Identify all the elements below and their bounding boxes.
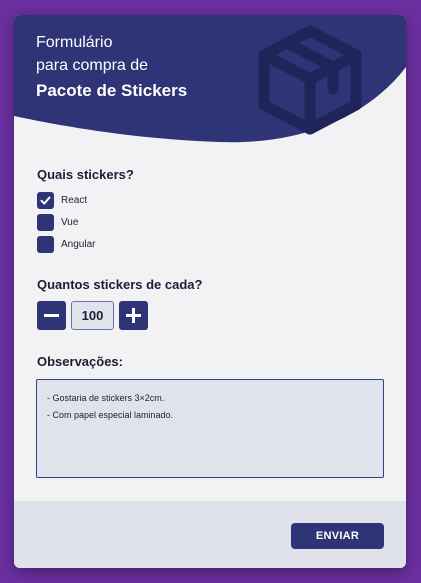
checkbox-row-react[interactable]: React xyxy=(37,191,88,209)
title-line-3: Pacote de Stickers xyxy=(36,81,188,100)
notes-line-1: - Gostaria de stickers 3×2cm. xyxy=(47,393,165,403)
checkbox-label-react: React xyxy=(61,194,88,206)
notes-section-title: Observações: xyxy=(37,354,123,369)
checkbox-angular[interactable] xyxy=(37,235,54,253)
minus-icon xyxy=(44,314,59,317)
header-banner: Formulário para compra de Pacote de Stic… xyxy=(14,15,406,150)
checkbox-label-vue: Vue xyxy=(61,216,79,228)
form-footer: ENVIAR xyxy=(14,501,406,568)
submit-button[interactable]: ENVIAR xyxy=(291,523,384,549)
decrement-button[interactable] xyxy=(37,301,66,330)
checkbox-row-vue[interactable]: Vue xyxy=(37,213,79,231)
checkbox-react[interactable] xyxy=(37,191,54,209)
form-card: Formulário para compra de Pacote de Stic… xyxy=(14,15,406,568)
checkbox-vue[interactable] xyxy=(37,213,54,231)
quantity-stepper: 100 xyxy=(37,301,148,330)
quantity-section-title: Quantos stickers de cada? xyxy=(37,277,203,292)
stickers-section-title: Quais stickers? xyxy=(37,167,134,182)
form-title: Formulário para compra de Pacote de Stic… xyxy=(36,31,187,104)
increment-button[interactable] xyxy=(119,301,148,330)
plus-icon xyxy=(126,308,141,323)
check-icon xyxy=(40,196,51,204)
notes-line-2: - Com papel especial laminado. xyxy=(47,410,174,420)
title-line-1: Formulário xyxy=(36,34,113,51)
box-icon xyxy=(258,25,362,135)
checkbox-label-angular: Angular xyxy=(61,238,96,250)
title-line-2: para compra de xyxy=(36,57,149,74)
checkbox-row-angular[interactable]: Angular xyxy=(37,235,96,253)
notes-textarea[interactable]: - Gostaria de stickers 3×2cm. - Com pape… xyxy=(36,379,384,478)
quantity-input[interactable]: 100 xyxy=(71,301,114,330)
